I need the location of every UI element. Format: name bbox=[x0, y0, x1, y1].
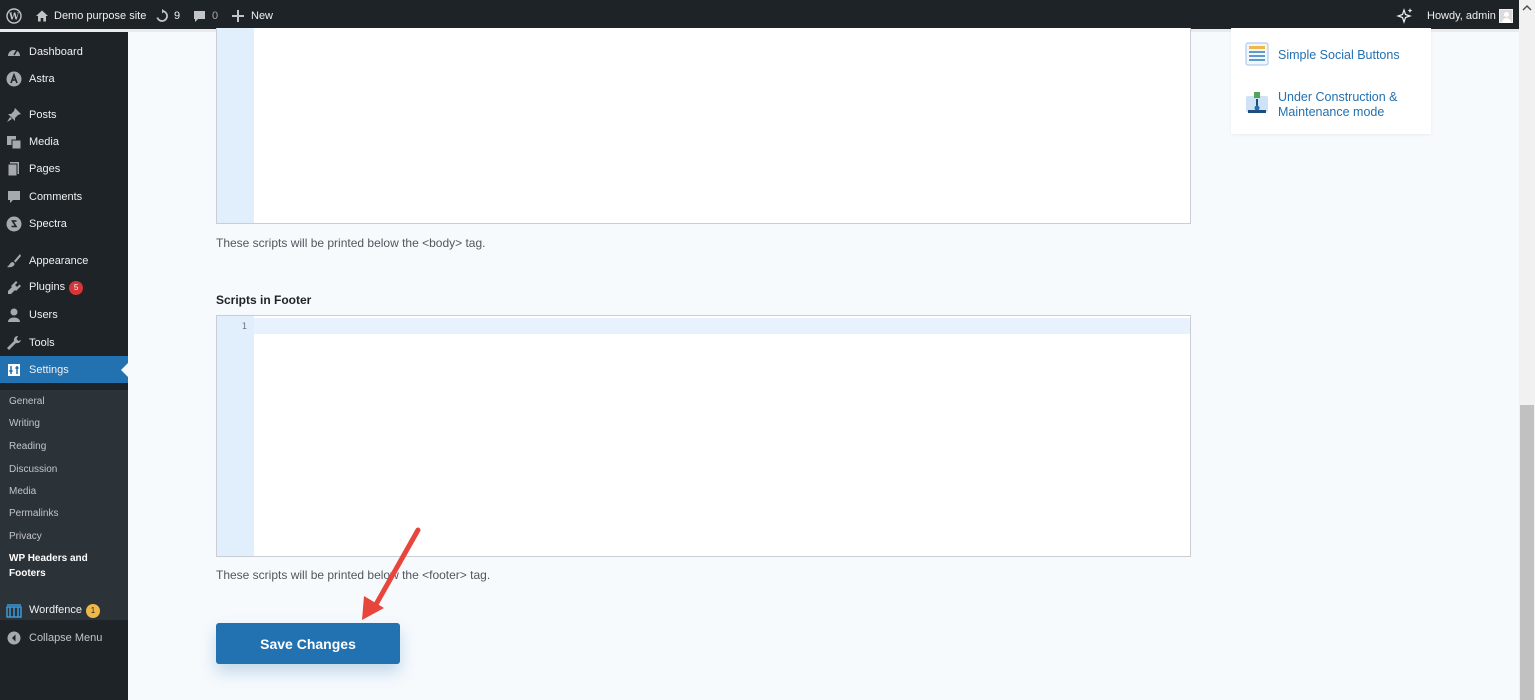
under-construction-plugin-icon bbox=[1246, 92, 1268, 113]
user-icon bbox=[8, 308, 20, 322]
settings-icon bbox=[8, 364, 20, 376]
line-number: 1 bbox=[241, 322, 247, 332]
editor-gutter bbox=[217, 28, 254, 223]
submenu-discussion[interactable]: Discussion bbox=[9, 464, 57, 475]
pages-icon bbox=[7, 162, 19, 177]
plugin-icon bbox=[8, 281, 21, 294]
active-line[interactable] bbox=[254, 318, 1190, 334]
home-icon[interactable] bbox=[35, 0, 49, 32]
recommended-plugins-box: Simple Social Buttons Under Construction… bbox=[1231, 28, 1431, 134]
brush-icon bbox=[7, 254, 21, 268]
comment-icon[interactable] bbox=[193, 0, 206, 32]
annotation-arrow-icon bbox=[362, 527, 421, 620]
sidebar-item-plugins[interactable]: Plugins 5 bbox=[0, 274, 128, 301]
updates-icon[interactable] bbox=[155, 0, 169, 32]
sidebar-item-comments[interactable]: Comments bbox=[0, 183, 128, 210]
save-changes-button[interactable]: Save Changes bbox=[216, 623, 400, 664]
editor-gutter: 1 bbox=[217, 316, 254, 556]
sidebar-item-users[interactable]: Users bbox=[0, 301, 128, 328]
submenu-permalinks[interactable]: Permalinks bbox=[9, 508, 58, 519]
body-scripts-editor[interactable] bbox=[216, 28, 1191, 224]
page-scrollbar[interactable] bbox=[1519, 0, 1535, 700]
wordpress-logo-icon[interactable]: W bbox=[6, 0, 22, 32]
sidebar-item-appearance[interactable]: Appearance bbox=[0, 247, 128, 274]
plugins-update-badge: 5 bbox=[69, 280, 84, 295]
sidebar-item-settings[interactable]: Settings bbox=[0, 356, 128, 383]
collapse-menu-button[interactable]: Collapse Menu bbox=[0, 624, 128, 651]
submenu-reading[interactable]: Reading bbox=[9, 441, 46, 452]
plugins-label: Plugins bbox=[29, 280, 66, 293]
wrench-icon bbox=[7, 336, 21, 350]
avatar[interactable] bbox=[1499, 0, 1513, 32]
footer-scripts-title: Scripts in Footer bbox=[216, 293, 312, 307]
sidebar-item-dashboard[interactable]: Dashboard bbox=[0, 38, 128, 65]
sidebar-item-wordfence[interactable]: Wordfence 1 bbox=[0, 597, 128, 624]
sidebar-item-media[interactable]: Media bbox=[0, 128, 128, 155]
media-icon bbox=[7, 136, 22, 150]
scroll-up-icon[interactable] bbox=[1519, 0, 1535, 16]
site-name-link[interactable]: Demo purpose site bbox=[54, 0, 146, 32]
submenu-privacy[interactable]: Privacy bbox=[9, 531, 42, 542]
astra-icon bbox=[6, 71, 22, 87]
wordfence-icon bbox=[6, 604, 22, 618]
wordfence-alert-badge: 1 bbox=[86, 603, 100, 618]
sidebar-item-astra[interactable]: Astra bbox=[0, 65, 128, 92]
admin-sidebar: Dashboard Astra Posts Media Pages Commen… bbox=[0, 32, 128, 700]
submenu-wp-headers-and-footers[interactable]: WP Headers and Footers bbox=[9, 551, 109, 581]
sidebar-item-posts[interactable]: Posts bbox=[0, 101, 128, 128]
spectra-icon bbox=[6, 216, 22, 232]
comment-icon bbox=[8, 191, 20, 203]
howdy-link[interactable]: Howdy, admin bbox=[1427, 0, 1496, 32]
promo-under-construction[interactable]: Under Construction & Maintenance mode bbox=[1278, 90, 1418, 120]
promo-simple-social-buttons[interactable]: Simple Social Buttons bbox=[1278, 48, 1400, 63]
sidebar-item-tools[interactable]: Tools bbox=[0, 329, 128, 356]
scrollbar-thumb[interactable] bbox=[1520, 405, 1534, 700]
settings-submenu: General Writing Reading Discussion Media… bbox=[0, 390, 128, 620]
collapse-icon bbox=[7, 631, 21, 645]
sidebar-item-spectra[interactable]: Spectra bbox=[0, 210, 128, 237]
submenu-writing[interactable]: Writing bbox=[9, 418, 40, 429]
pin-icon bbox=[7, 108, 21, 122]
wordfence-label: Wordfence bbox=[29, 603, 82, 616]
body-scripts-description: These scripts will be printed below the … bbox=[216, 236, 486, 250]
submenu-general[interactable]: General bbox=[9, 396, 45, 407]
social-buttons-plugin-icon bbox=[1245, 42, 1269, 66]
svg-text:W: W bbox=[8, 13, 20, 23]
dashboard-icon bbox=[8, 49, 20, 56]
sidebar-item-pages[interactable]: Pages bbox=[0, 155, 128, 182]
updates-count[interactable]: 9 bbox=[174, 0, 180, 32]
submenu-media[interactable]: Media bbox=[9, 486, 36, 497]
